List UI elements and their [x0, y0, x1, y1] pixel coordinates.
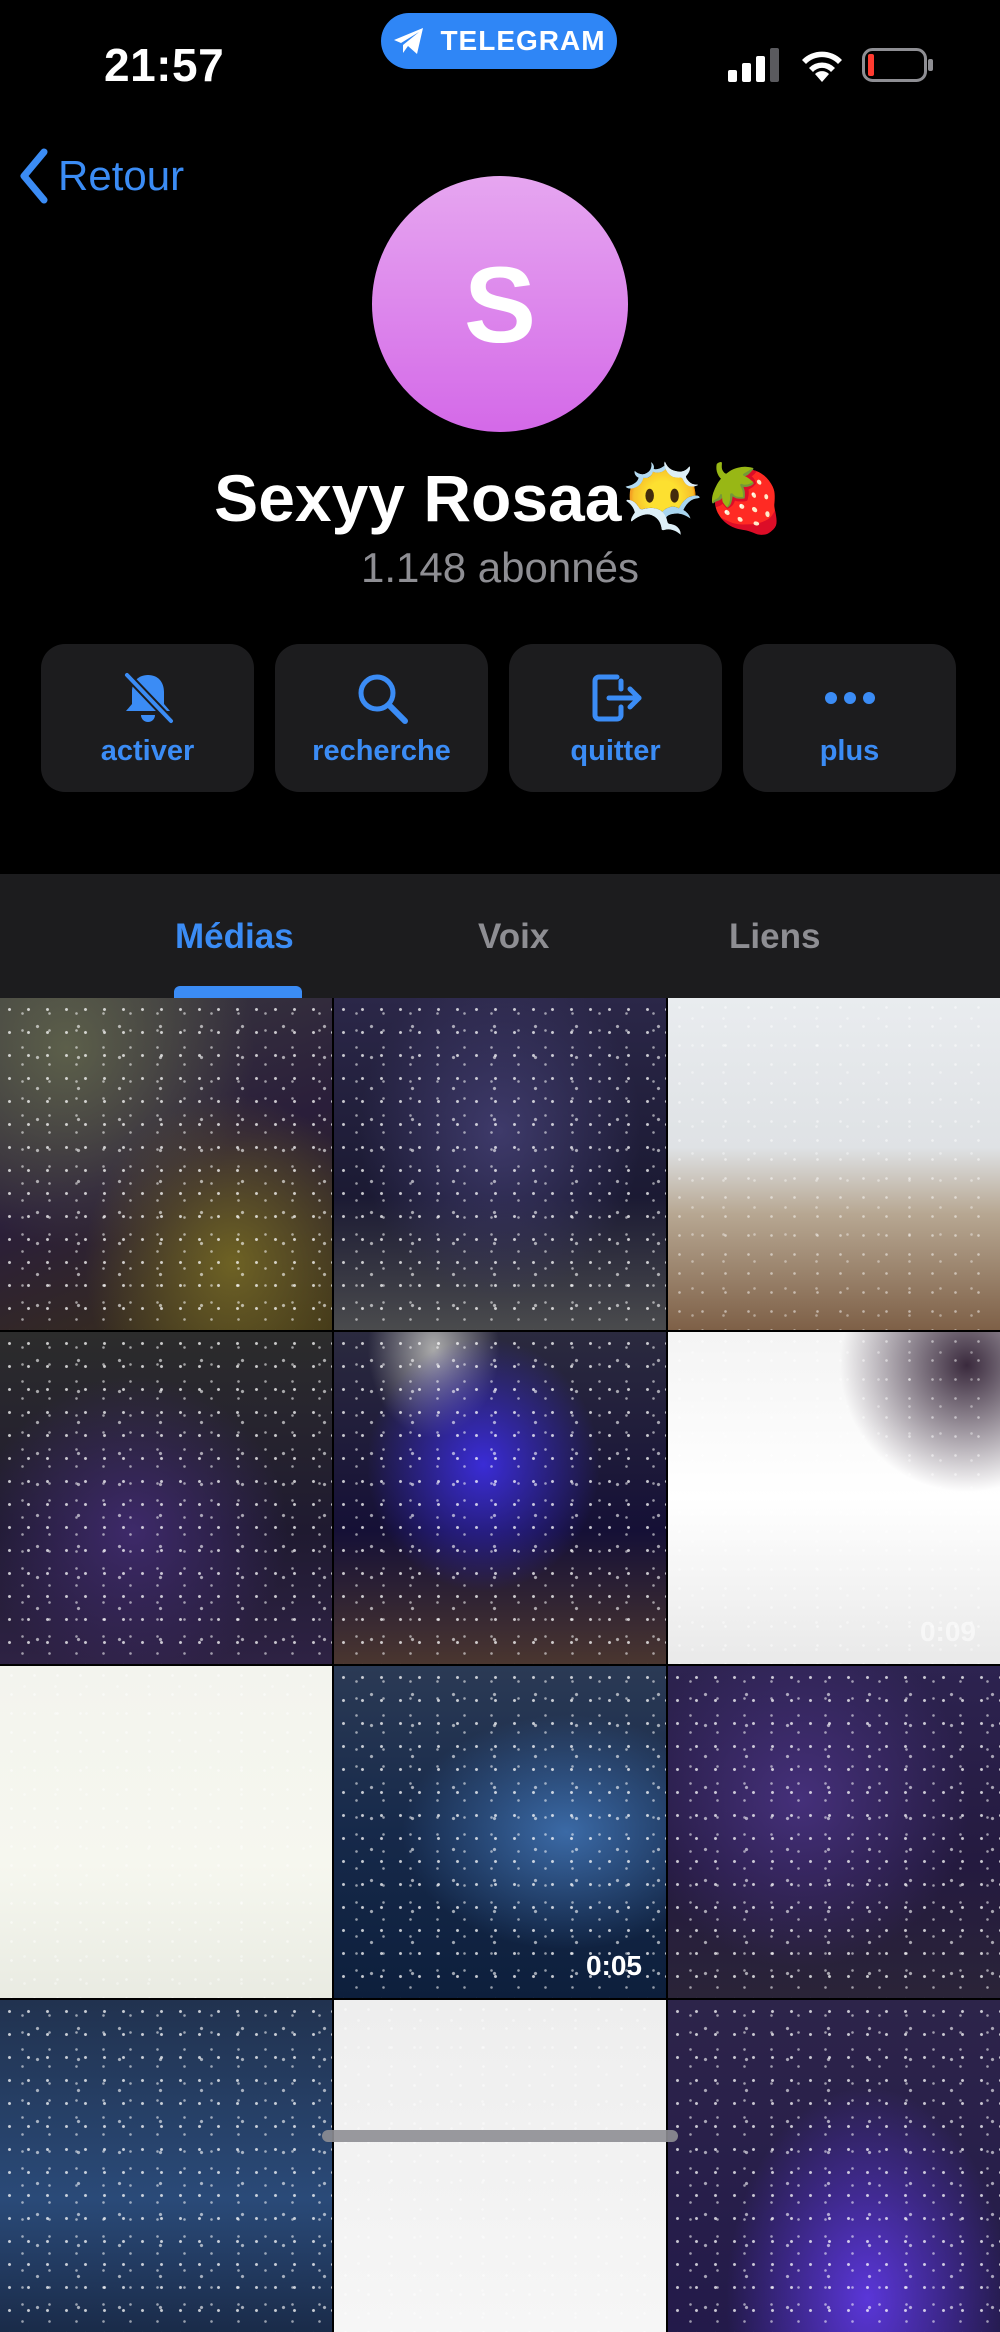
media-thumbnail[interactable] [0, 1332, 332, 1664]
channel-avatar[interactable]: S [372, 176, 628, 432]
tab-liens[interactable]: Liens [729, 917, 820, 957]
video-duration: 0:05 [585, 1950, 642, 1981]
leave-label: quitter [570, 734, 661, 767]
media-thumbnail[interactable] [334, 998, 666, 1330]
more-label: plus [819, 734, 880, 767]
search-icon [358, 674, 408, 724]
media-thumbnail[interactable] [0, 1666, 332, 1998]
media-thumbnail[interactable] [668, 2000, 1000, 2332]
telegram-pill[interactable]: TELEGRAM [381, 13, 617, 69]
leave-icon [592, 674, 641, 721]
video-duration: 0:09 [919, 1616, 976, 1647]
media-thumbnail[interactable] [668, 1666, 1000, 1998]
cellular-signal-icon [728, 48, 779, 82]
media-thumbnail[interactable] [334, 1332, 666, 1664]
back-button[interactable]: Retour [18, 148, 184, 204]
chevron-left-icon [20, 148, 48, 204]
telegram-plane-icon [394, 28, 424, 54]
telegram-pill-label: TELEGRAM [440, 25, 606, 56]
media-thumbnail[interactable] [0, 998, 332, 1330]
status-time: 21:57 [104, 39, 225, 91]
bell-slash-icon [123, 671, 174, 724]
media-thumbnail[interactable]: 0:09 [668, 1332, 1000, 1664]
media-grid: 0:09 0:05 [0, 998, 1000, 2332]
wifi-icon [802, 51, 842, 82]
channel-name: Sexyy Rosaa😶‍🌫️🍓 [214, 461, 786, 535]
home-indicator[interactable] [322, 2130, 678, 2142]
avatar-letter: S [463, 243, 537, 365]
media-thumbnail[interactable] [334, 2000, 666, 2332]
active-tab-indicator [174, 986, 302, 998]
search-button[interactable]: recherche [275, 644, 488, 792]
back-label: Retour [58, 152, 185, 199]
search-label: recherche [312, 734, 451, 767]
mute-button[interactable]: activer [41, 644, 254, 792]
media-thumbnail[interactable] [0, 2000, 332, 2332]
leave-button[interactable]: quitter [509, 644, 722, 792]
tab-voix[interactable]: Voix [478, 917, 549, 957]
media-thumbnail[interactable]: 0:05 [334, 1666, 666, 1998]
more-button[interactable]: plus [743, 644, 956, 792]
action-buttons: activer recherche quitter plus [41, 644, 959, 792]
more-icon [824, 691, 875, 704]
mute-label: activer [100, 734, 195, 767]
media-tabbar: Médias Voix Liens [0, 874, 1000, 998]
media-thumbnail[interactable] [668, 998, 1000, 1330]
subscriber-count: 1.148 abonnés [361, 544, 639, 591]
tab-medias[interactable]: Médias [175, 917, 294, 957]
battery-icon [862, 48, 933, 82]
